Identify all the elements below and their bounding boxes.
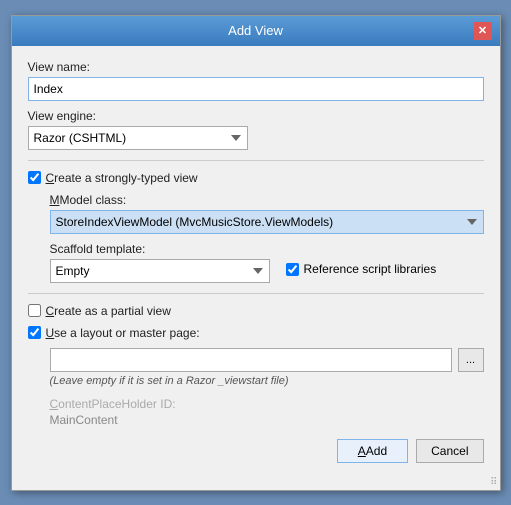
view-name-row: View name:: [28, 60, 484, 101]
scaffold-left: Scaffold template: Empty Create Delete D…: [50, 242, 270, 283]
view-engine-label: View engine:: [28, 109, 484, 123]
strongly-typed-label[interactable]: Create a strongly-typed view: [46, 171, 198, 185]
view-name-label: View name:: [28, 60, 484, 74]
view-name-input[interactable]: [28, 77, 484, 101]
resize-dots: ⠿: [490, 477, 496, 488]
model-class-select[interactable]: StoreIndexViewModel (MvcMusicStore.ViewM…: [50, 210, 484, 234]
view-engine-select[interactable]: Razor (CSHTML) ASPX: [28, 126, 248, 150]
layout-input[interactable]: [50, 348, 452, 372]
title-bar: Add View ✕: [12, 16, 500, 46]
cancel-button[interactable]: Cancel: [416, 439, 483, 463]
divider-1: [28, 160, 484, 161]
reference-scripts-label[interactable]: Reference script libraries: [304, 262, 437, 276]
view-engine-select-wrapper: Razor (CSHTML) ASPX: [28, 126, 248, 150]
model-class-section: MModel class: StoreIndexViewModel (MvcMu…: [50, 193, 484, 283]
content-placeholder-section: ContentPlaceHolder ID: MainContent: [50, 397, 484, 427]
content-placeholder-value: MainContent: [50, 413, 484, 427]
view-engine-row: View engine: Razor (CSHTML) ASPX: [28, 109, 484, 150]
strongly-typed-row: Create a strongly-typed view: [28, 171, 484, 185]
layout-hint: (Leave empty if it is set in a Razor _vi…: [50, 375, 484, 387]
resize-handle: ⠿: [12, 475, 500, 490]
partial-view-label[interactable]: Create as a partial view: [46, 304, 171, 318]
add-button[interactable]: AAdd: [337, 439, 408, 463]
layout-input-row: ...: [50, 348, 484, 372]
layout-section: ... (Leave empty if it is set in a Razor…: [50, 348, 484, 427]
close-button[interactable]: ✕: [474, 22, 492, 40]
use-layout-label[interactable]: Use a layout or master page:: [46, 326, 200, 340]
scaffold-select-wrapper: Empty Create Delete Details Edit List: [50, 259, 270, 283]
use-layout-row: Use a layout or master page:: [28, 326, 484, 340]
button-row: AAdd Cancel: [28, 439, 484, 463]
scaffold-template-label: Scaffold template:: [50, 242, 270, 256]
divider-2: [28, 293, 484, 294]
scaffold-template-select[interactable]: Empty Create Delete Details Edit List: [50, 259, 270, 283]
dialog-title: Add View: [38, 23, 474, 38]
reference-scripts-checkbox[interactable]: [286, 263, 299, 276]
scaffold-right: Reference script libraries: [286, 262, 437, 276]
content-placeholder-label: ContentPlaceHolder ID:: [50, 397, 484, 411]
model-class-label: MModel class:: [50, 193, 484, 207]
scaffold-row: Scaffold template: Empty Create Delete D…: [50, 242, 484, 283]
model-class-row: MModel class: StoreIndexViewModel (MvcMu…: [50, 193, 484, 234]
partial-view-row: Create as a partial view: [28, 304, 484, 318]
model-class-select-wrapper: StoreIndexViewModel (MvcMusicStore.ViewM…: [50, 210, 484, 234]
use-layout-checkbox[interactable]: [28, 326, 41, 339]
add-view-dialog: Add View ✕ View name: View engine: Razor…: [11, 15, 501, 491]
strongly-typed-checkbox[interactable]: [28, 171, 41, 184]
dialog-body: View name: View engine: Razor (CSHTML) A…: [12, 46, 500, 475]
partial-view-checkbox[interactable]: [28, 304, 41, 317]
browse-button[interactable]: ...: [458, 348, 484, 372]
